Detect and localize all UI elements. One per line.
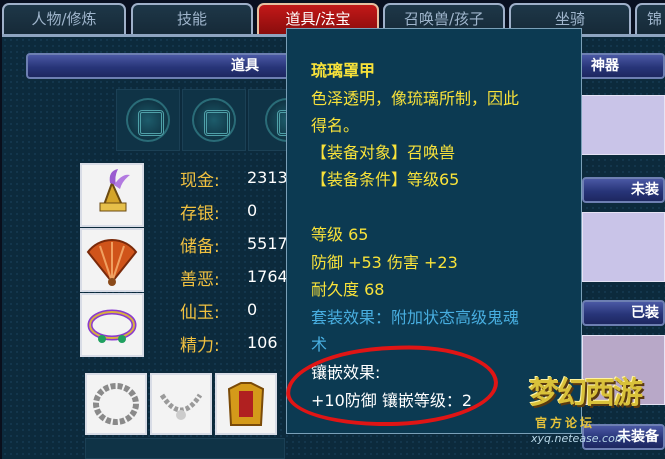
side-header-equipped: 已装 xyxy=(582,300,665,326)
item-name: 琉璃罩甲 xyxy=(311,61,376,80)
item-requirement: 【装备条件】等级65 xyxy=(311,170,460,189)
stat-value-jade: 0 xyxy=(247,300,258,319)
tab-skills[interactable]: 技能 xyxy=(131,3,253,34)
tab-character[interactable]: 人物/修炼 xyxy=(2,3,126,34)
tab-label: 坐骑 xyxy=(554,10,585,28)
item-description-line1: 色泽透明，像琉璃所制，因此 xyxy=(311,89,520,108)
equip-slot-ring[interactable] xyxy=(80,293,144,357)
pet-equip-armor[interactable] xyxy=(215,373,277,435)
side-header-unequipped: 未装 xyxy=(582,177,665,203)
inventory-slot[interactable] xyxy=(116,89,180,151)
stat-label-savings: 存银: xyxy=(180,204,220,224)
side-slot[interactable] xyxy=(582,212,665,282)
side-header-label: 已装 xyxy=(631,305,659,321)
fan-icon xyxy=(86,239,138,286)
equip-slot-fan[interactable] xyxy=(80,228,144,292)
forum-watermark: 梦幻西游 官方论坛 xyq.netease.com xyxy=(515,362,665,459)
set-effect-line2: 术 xyxy=(311,335,328,354)
stat-label-jade: 仙玉: xyxy=(180,303,220,323)
helmet-icon xyxy=(99,169,130,212)
stat-value-reserve: 5517 xyxy=(247,234,288,253)
tab-label: 技能 xyxy=(176,10,207,28)
stat-value-energy: 106 xyxy=(247,333,278,352)
shenqi-slot[interactable] xyxy=(575,95,665,155)
empty-slot-icon xyxy=(126,98,170,142)
watermark-url: xyq.netease.com xyxy=(531,432,626,445)
watermark-subtitle: 官方论坛 xyxy=(535,416,596,430)
item-level: 等级 65 xyxy=(311,225,369,244)
stat-label-energy: 精力: xyxy=(180,336,220,356)
item-attributes: 防御 +53 伤害 +23 xyxy=(311,253,458,272)
chain-collar-icon xyxy=(93,383,139,425)
tab-label: 召唤兽/孩子 xyxy=(403,10,485,28)
armor-icon xyxy=(227,382,265,426)
shenqi-header-label: 神器 xyxy=(591,58,619,74)
watermark-logo: 梦幻西游 xyxy=(529,376,643,411)
chain-collar-icon xyxy=(159,393,203,420)
stat-label-reserve: 储备: xyxy=(180,237,220,257)
items-header-label: 道具 xyxy=(231,58,259,74)
pet-equip-collar-1[interactable] xyxy=(85,373,147,435)
empty-slot-icon xyxy=(192,98,236,142)
item-target: 【装备对象】召唤兽 xyxy=(311,143,456,162)
tab-label: 道具/法宝 xyxy=(285,10,351,28)
item-durability: 耐久度 68 xyxy=(311,280,385,299)
item-description-line2: 得名。 xyxy=(311,116,360,135)
tab-label: 锦 xyxy=(647,10,663,28)
stat-value-karma: 1764 xyxy=(247,267,288,286)
stat-value-savings: 0 xyxy=(247,201,258,220)
stat-value-cash: 2313 xyxy=(247,168,288,187)
stat-label-cash: 现金: xyxy=(180,171,220,191)
equip-slot-helmet[interactable] xyxy=(80,163,144,227)
set-effect-line1: 套装效果：附加状态高级鬼魂 xyxy=(311,308,520,327)
inventory-slot[interactable] xyxy=(182,89,246,151)
tab-more[interactable]: 锦 xyxy=(635,3,665,34)
tab-label: 人物/修炼 xyxy=(31,10,97,28)
pet-equip-collar-2[interactable] xyxy=(150,373,212,435)
inventory-slot[interactable] xyxy=(248,89,309,151)
inventory-slot-row[interactable] xyxy=(85,438,285,459)
stat-label-karma: 善恶: xyxy=(180,270,220,290)
ring-icon xyxy=(87,309,137,343)
side-header-label: 未装 xyxy=(631,182,659,198)
